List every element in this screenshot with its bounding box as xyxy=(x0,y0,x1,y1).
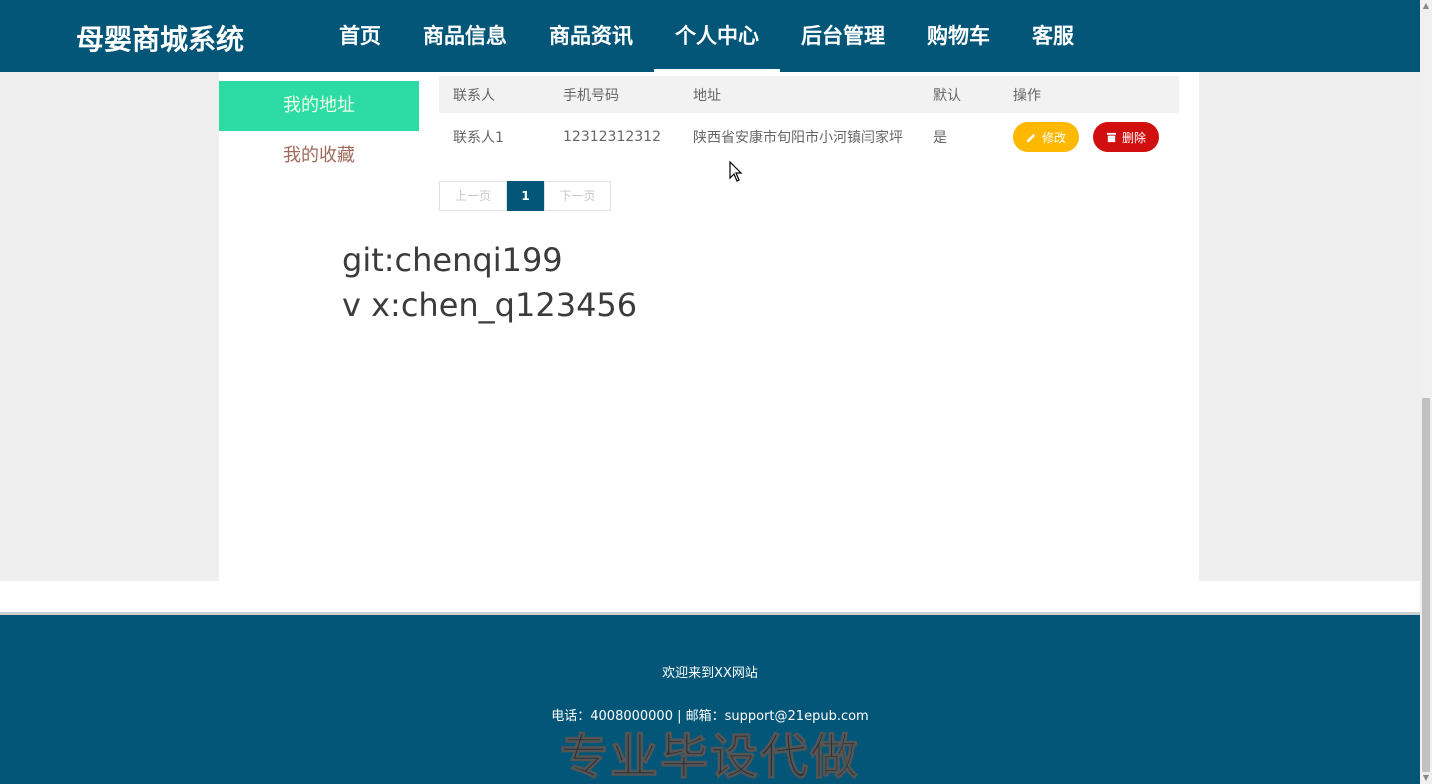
section-divider xyxy=(0,581,1420,615)
table-header: 联系人 手机号码 地址 默认 操作 xyxy=(439,76,1179,113)
cell-phone: 12312312312 xyxy=(563,129,661,145)
top-navbar: 母婴商城系统 首页 商品信息 商品资讯 个人中心 后台管理 购物车 客服 xyxy=(0,0,1420,72)
delete-button[interactable]: 删除 xyxy=(1093,122,1159,152)
scroll-down-icon[interactable]: ▼ xyxy=(1420,772,1432,784)
header-actions: 操作 xyxy=(1013,87,1041,104)
personal-sidebar: 我的地址 我的收藏 xyxy=(219,81,419,181)
mouse-pointer-icon xyxy=(729,161,743,182)
header-address: 地址 xyxy=(693,87,721,104)
header-default: 默认 xyxy=(933,87,961,104)
edit-button[interactable]: 修改 xyxy=(1013,122,1079,152)
nav-news[interactable]: 商品资讯 xyxy=(528,0,654,72)
next-page-button[interactable]: 下一页 xyxy=(544,181,611,211)
nav-customer-service[interactable]: 客服 xyxy=(1011,0,1095,72)
nav-home[interactable]: 首页 xyxy=(318,0,402,72)
overlay-line-vx: v x:chen_q123456 xyxy=(342,286,638,324)
current-page[interactable]: 1 xyxy=(507,181,544,211)
delete-label: 删除 xyxy=(1121,130,1146,145)
main-nav: 首页 商品信息 商品资讯 个人中心 后台管理 购物车 客服 xyxy=(318,0,1095,72)
nav-products[interactable]: 商品信息 xyxy=(402,0,528,72)
pagination: 上一页 1 下一页 xyxy=(439,181,611,211)
promo-overlay-text: 专业毕设代做 xyxy=(559,729,860,784)
nav-cart[interactable]: 购物车 xyxy=(906,0,1011,72)
main-content: 我的地址 我的收藏 联系人 手机号码 地址 默认 操作 联系人1 1231231… xyxy=(219,72,1199,581)
page-scrollbar[interactable]: ▲ ▼ xyxy=(1420,0,1432,784)
nav-personal-center[interactable]: 个人中心 xyxy=(654,0,780,72)
edit-label: 修改 xyxy=(1041,130,1066,145)
footer-welcome: 欢迎来到XX网站 xyxy=(662,666,758,681)
cell-actions: 修改 删除 xyxy=(999,122,1179,152)
trash-icon xyxy=(1106,132,1117,142)
cell-contact: 联系人1 xyxy=(453,130,504,146)
prev-page-button[interactable]: 上一页 xyxy=(439,181,507,211)
scrollbar-thumb[interactable] xyxy=(1422,398,1430,772)
pencil-icon xyxy=(1026,133,1036,142)
overlay-line-git: git:chenqi199 xyxy=(342,241,563,279)
sidebar-item-my-favorites[interactable]: 我的收藏 xyxy=(219,131,419,181)
cell-address: 陕西省安康市旬阳市小河镇闫家坪 xyxy=(693,130,903,146)
address-table: 联系人 手机号码 地址 默认 操作 联系人1 12312312312 陕西省安康… xyxy=(439,76,1179,161)
nav-admin[interactable]: 后台管理 xyxy=(780,0,906,72)
cell-default: 是 xyxy=(933,130,947,146)
scroll-up-icon[interactable]: ▲ xyxy=(1420,0,1432,12)
header-phone: 手机号码 xyxy=(563,87,619,104)
sidebar-item-my-address[interactable]: 我的地址 xyxy=(219,81,419,131)
contact-overlay: git:chenqi199 v x:chen_q123456 xyxy=(342,238,637,328)
site-brand[interactable]: 母婴商城系统 xyxy=(76,18,244,58)
footer: 欢迎来到XX网站 电话：4008000000 | 邮箱：support@21ep… xyxy=(0,615,1420,784)
header-contact: 联系人 xyxy=(453,87,495,104)
table-row: 联系人1 12312312312 陕西省安康市旬阳市小河镇闫家坪 是 修改 删除 xyxy=(439,113,1179,161)
